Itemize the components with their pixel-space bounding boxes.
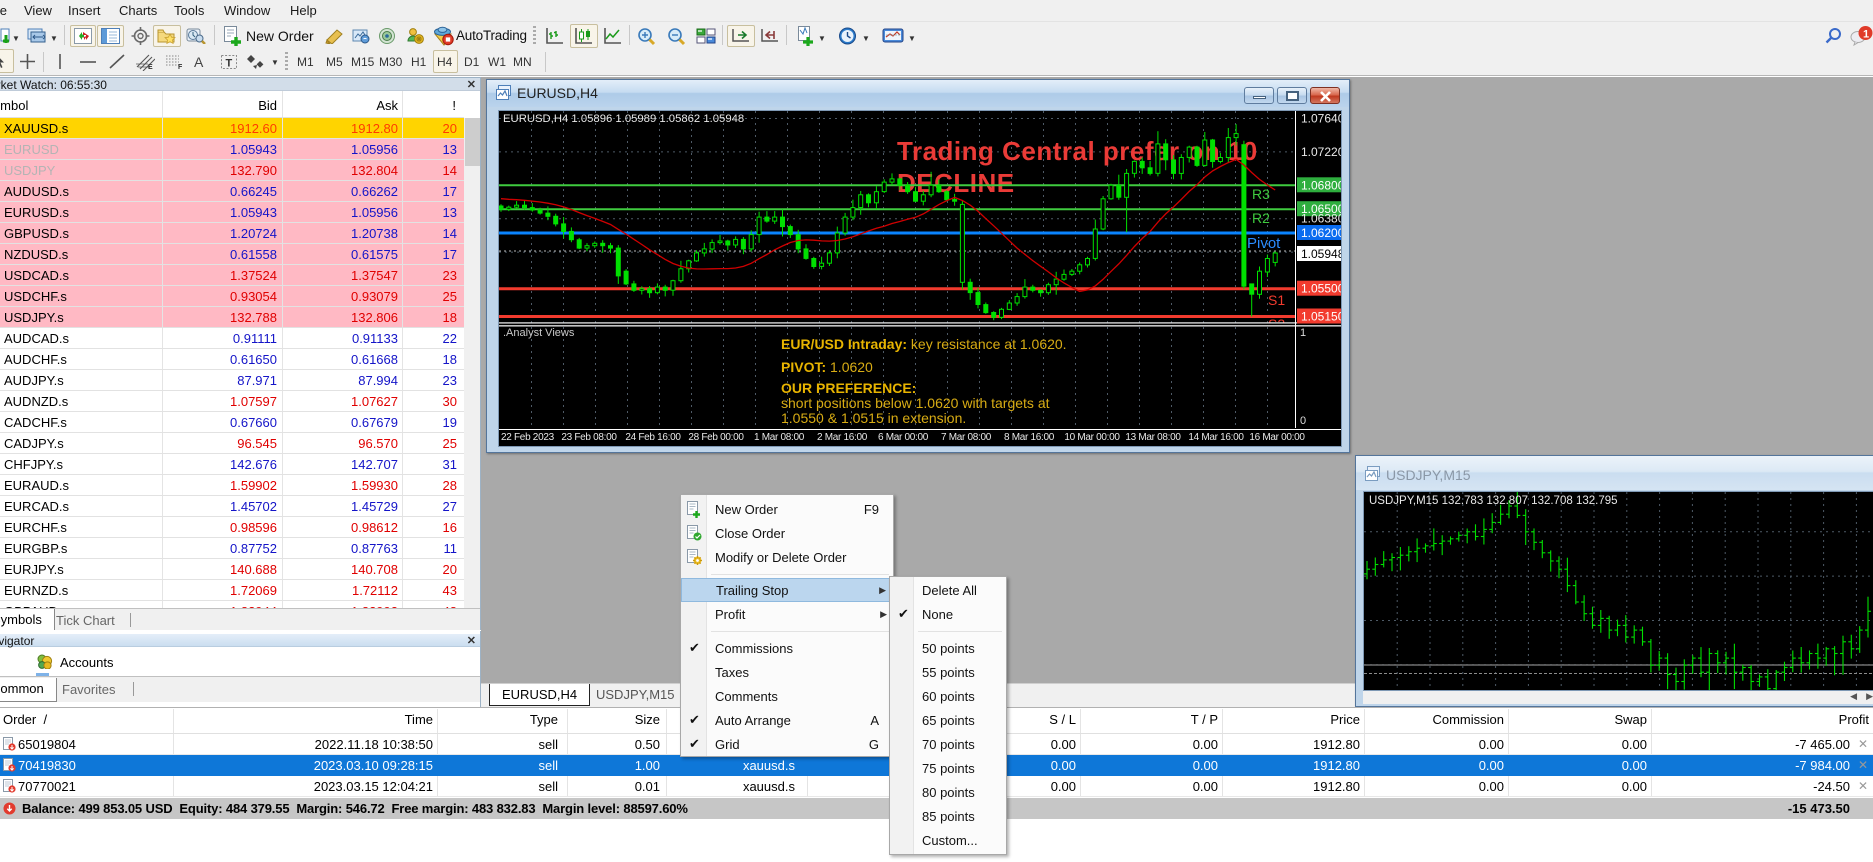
svg-text:1.07220: 1.07220 xyxy=(1301,145,1341,159)
svg-text:T: T xyxy=(226,58,233,70)
svg-text:1.06380: 1.06380 xyxy=(1301,212,1341,226)
svg-text:short positions below 1.0620 w: short positions below 1.0620 with target… xyxy=(781,395,1050,411)
svg-text:0: 0 xyxy=(1300,415,1306,427)
svg-text:1.05500: 1.05500 xyxy=(1301,282,1341,296)
svg-text:PIVOT: 1.0620: PIVOT: 1.0620 xyxy=(781,359,873,375)
svg-text:E: E xyxy=(148,64,153,71)
svg-text:23 Feb 08:00: 23 Feb 08:00 xyxy=(561,432,617,443)
svg-text:F: F xyxy=(178,64,183,71)
svg-text:S1: S1 xyxy=(1268,292,1285,308)
svg-text:1: 1 xyxy=(1300,327,1306,339)
svg-text:16 Mar 00:00: 16 Mar 00:00 xyxy=(1249,432,1305,443)
svg-text:R3: R3 xyxy=(1252,186,1270,202)
svg-text:24 Feb 16:00: 24 Feb 16:00 xyxy=(625,432,681,443)
svg-text:13 Mar 08:00: 13 Mar 08:00 xyxy=(1125,432,1181,443)
svg-text:22 Feb 2023: 22 Feb 2023 xyxy=(501,432,555,443)
svg-text:EURUSD,H4 1.05896 1.05989 1.0: EURUSD,H4 1.05896 1.05989 1.05862 1.0594… xyxy=(503,113,744,125)
svg-text:1: 1 xyxy=(1863,29,1869,41)
svg-text:1.06800: 1.06800 xyxy=(1301,178,1341,192)
svg-text:1.07640: 1.07640 xyxy=(1301,112,1341,126)
svg-text:28 Feb 00:00: 28 Feb 00:00 xyxy=(688,432,744,443)
svg-text:1.06200: 1.06200 xyxy=(1301,226,1341,240)
svg-text:1.05150: 1.05150 xyxy=(1301,310,1341,324)
svg-text:8 Mar 16:00: 8 Mar 16:00 xyxy=(1004,432,1055,443)
svg-text:R2: R2 xyxy=(1252,210,1270,226)
svg-text:Pivot: Pivot xyxy=(1247,235,1281,252)
svg-text:.Analyst Views: .Analyst Views xyxy=(503,327,575,339)
svg-text:EUR/USD Intraday: key resista: EUR/USD Intraday: key resistance at 1.06… xyxy=(781,336,1067,352)
svg-text:USDJPY,M15 132.783 132.807 13: USDJPY,M15 132.783 132.807 132.708 132.7… xyxy=(1369,495,1618,507)
svg-text:1.0550 & 1.0515 in extension.: 1.0550 & 1.0515 in extension. xyxy=(781,410,966,426)
svg-text:10 Mar 00:00: 10 Mar 00:00 xyxy=(1064,432,1120,443)
svg-text:1.05948: 1.05948 xyxy=(1301,247,1341,261)
svg-text:7 Mar 08:00: 7 Mar 08:00 xyxy=(941,432,992,443)
svg-text:2 Mar 16:00: 2 Mar 16:00 xyxy=(817,432,868,443)
svg-text:1 Mar 08:00: 1 Mar 08:00 xyxy=(754,432,805,443)
svg-text:6 Mar 00:00: 6 Mar 00:00 xyxy=(878,432,929,443)
svg-text:OUR PREFERENCE:: OUR PREFERENCE: xyxy=(781,380,916,396)
svg-text:14 Mar 16:00: 14 Mar 16:00 xyxy=(1188,432,1244,443)
